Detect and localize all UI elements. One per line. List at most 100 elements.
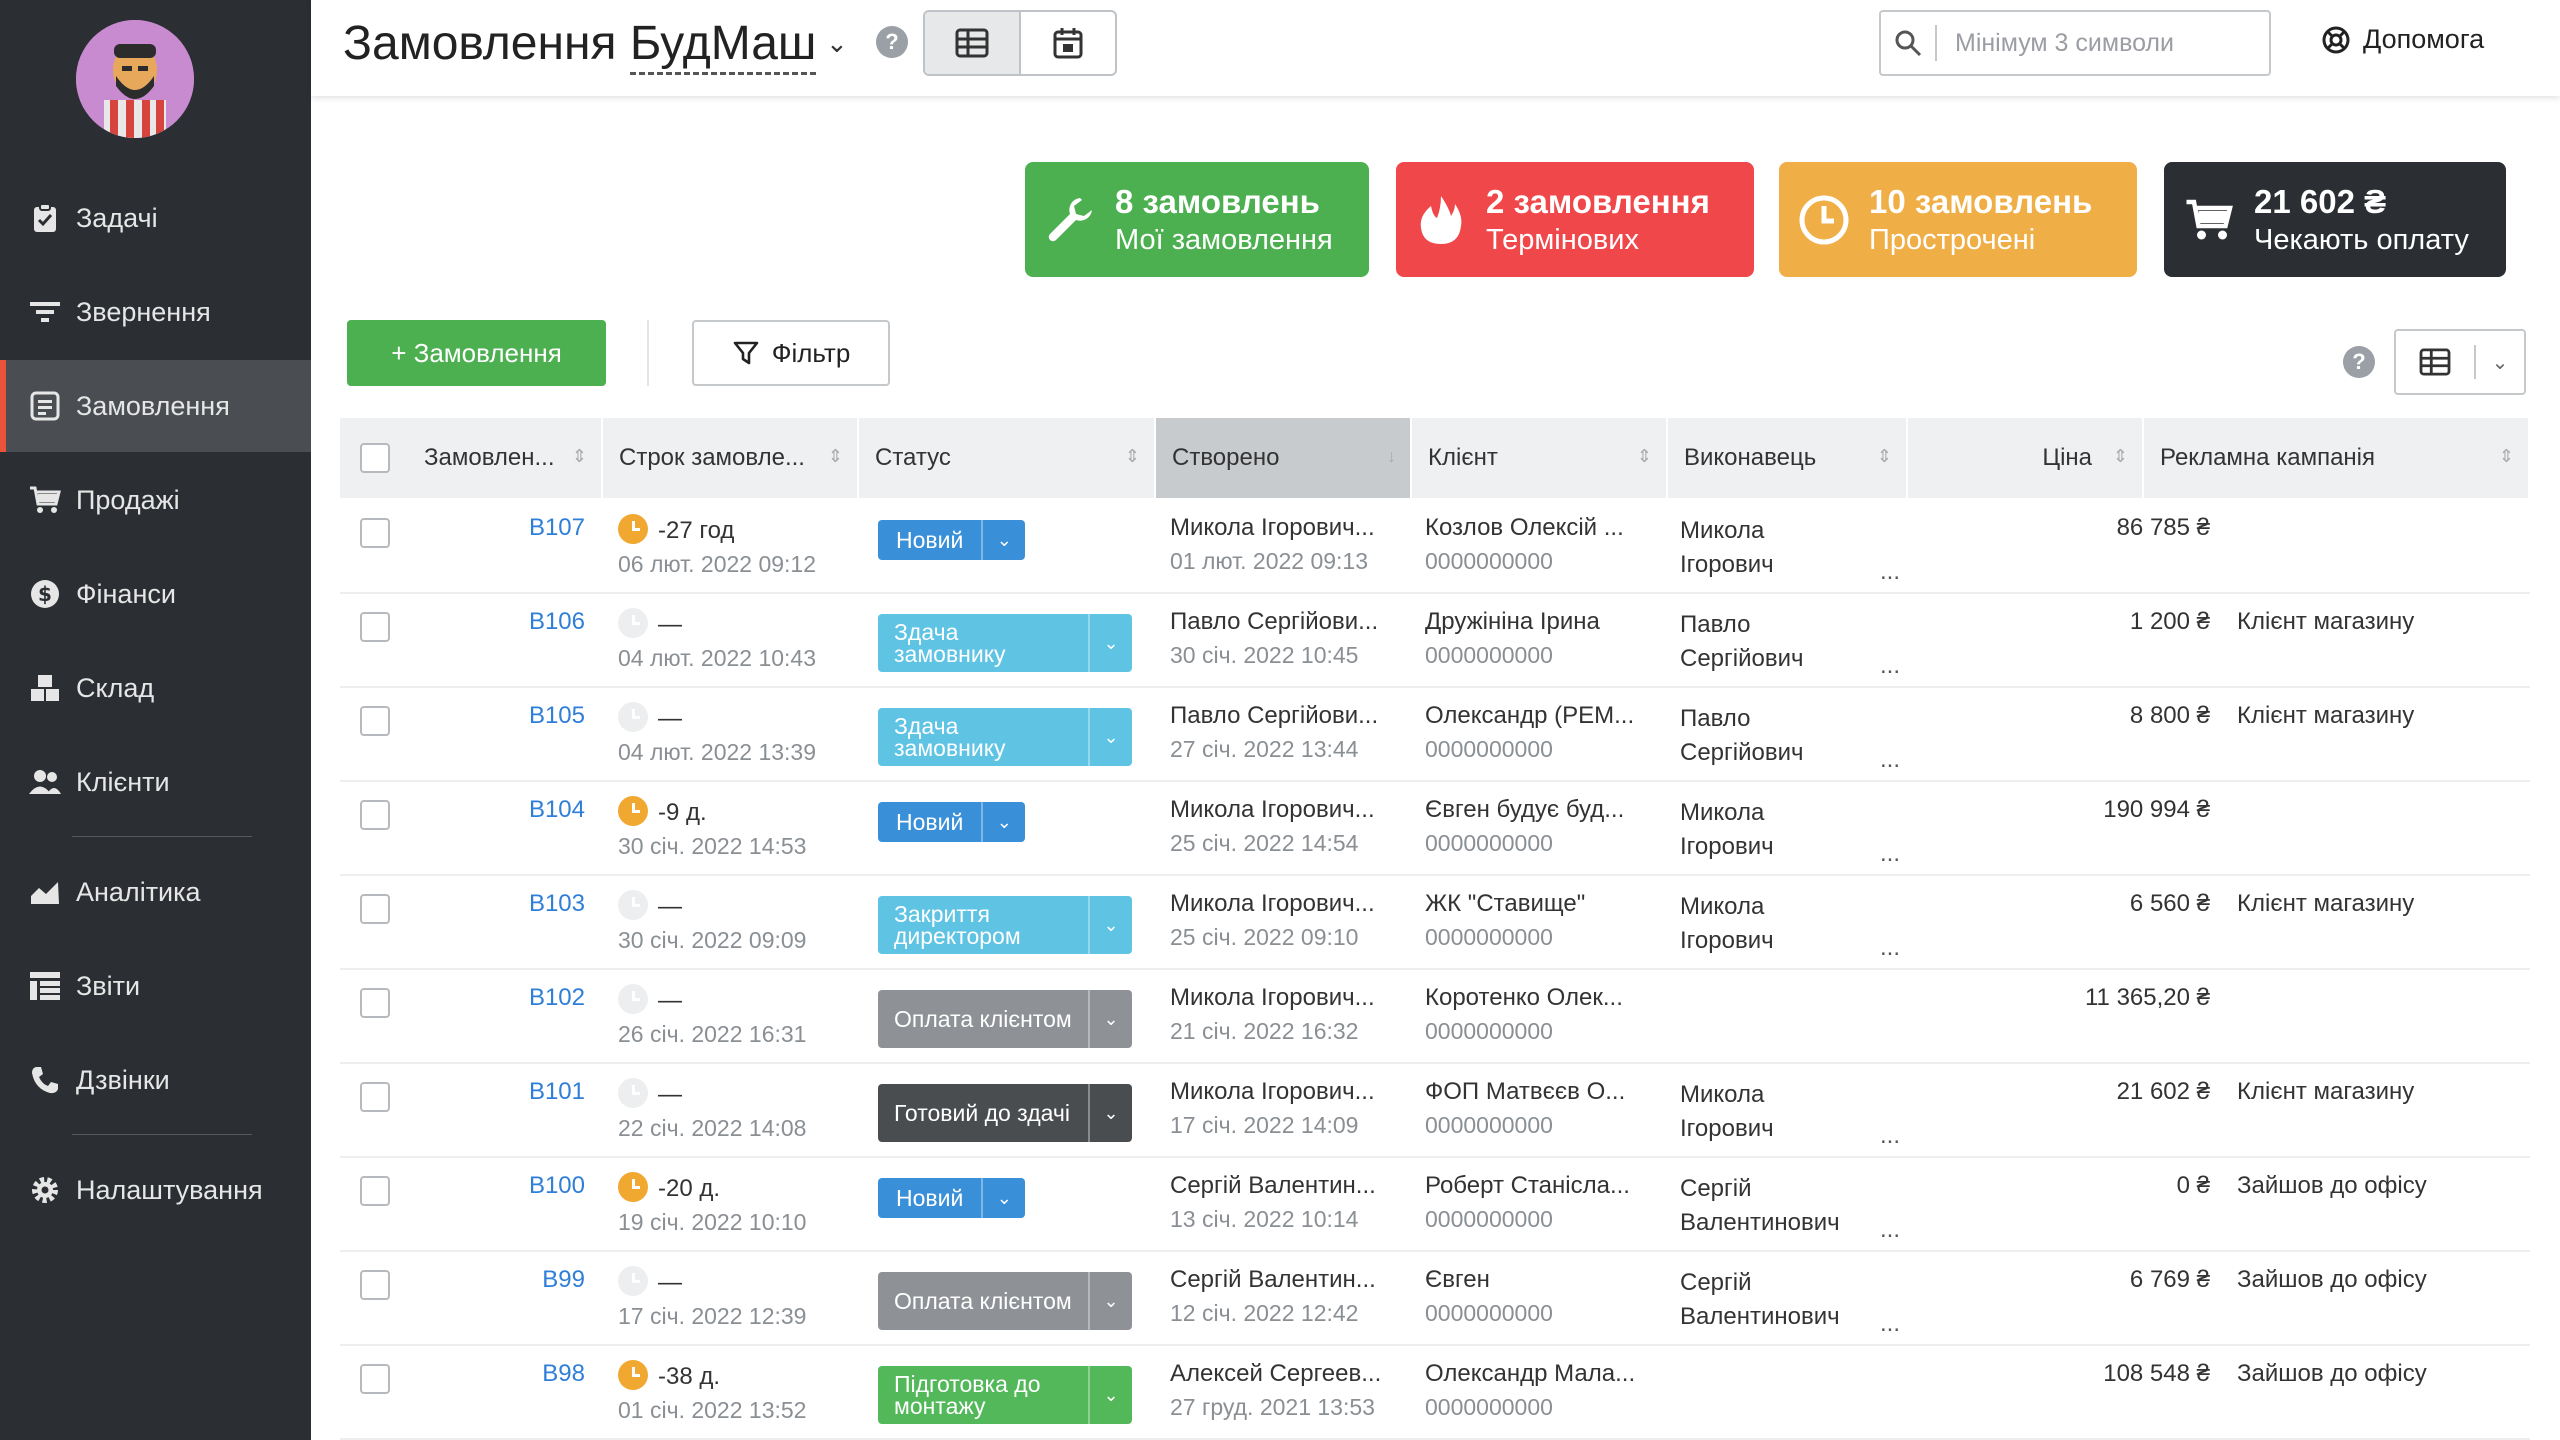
order-number-link[interactable]: B102 bbox=[400, 984, 585, 1012]
status-badge[interactable]: Новий ⌄ bbox=[878, 1178, 1026, 1218]
row-checkbox[interactable] bbox=[360, 988, 390, 1018]
table-row[interactable]: B107 -27 год 06 лют. 2022 09:12 Новий ⌄ Микол… bbox=[340, 500, 2530, 594]
chevron-down-icon[interactable]: ⌄ bbox=[826, 28, 848, 59]
status-label: Оплата клієнтом bbox=[894, 1288, 1072, 1314]
client-phone: 0000000000 bbox=[1425, 642, 1553, 668]
status-badge[interactable]: Підготовка до монтажу ⌄ bbox=[878, 1366, 1132, 1424]
help-button[interactable]: Допомога bbox=[2321, 24, 2484, 55]
sidebar-item-10[interactable]: Налаштування bbox=[0, 1144, 311, 1236]
sidebar-item-0[interactable]: Задачі bbox=[0, 172, 311, 264]
stat-card-2[interactable]: 10 замовлень Прострочені bbox=[1779, 162, 2137, 277]
order-number-link[interactable]: B107 bbox=[400, 514, 585, 542]
more-dots[interactable]: ... bbox=[1880, 1216, 1900, 1244]
client-name[interactable]: ЖК "Ставище" bbox=[1425, 890, 1665, 918]
row-checkbox[interactable] bbox=[360, 800, 390, 830]
table-help-icon[interactable]: ? bbox=[2343, 346, 2375, 378]
client-name[interactable]: Євген будує буд... bbox=[1425, 796, 1665, 824]
more-dots[interactable]: ... bbox=[1880, 1310, 1900, 1338]
client-name[interactable]: Олександр (РЕМ... bbox=[1425, 702, 1665, 730]
sidebar-item-1[interactable]: Звернення bbox=[0, 266, 311, 358]
order-number-link[interactable]: B98 bbox=[400, 1360, 585, 1388]
column-header-label: Ціна bbox=[2042, 444, 2092, 471]
order-number-link[interactable]: B104 bbox=[400, 796, 585, 824]
table-row[interactable]: B103 — 30 січ. 2022 09:09 Закриття директор… bbox=[340, 876, 2530, 970]
sidebar-item-4[interactable]: $ Фінанси bbox=[0, 548, 311, 640]
sidebar-item-2[interactable]: Замовлення bbox=[0, 360, 311, 452]
table-row[interactable]: B100 -20 д. 19 січ. 2022 10:10 Новий ⌄ Сергій… bbox=[340, 1158, 2530, 1252]
more-dots[interactable]: ... bbox=[1880, 746, 1900, 774]
client-name[interactable]: Дружініна Ірина bbox=[1425, 608, 1665, 636]
table-row[interactable]: B98 -38 д. 01 січ. 2022 13:52 Підготовка до… bbox=[340, 1346, 2530, 1440]
table-row[interactable]: B99 — 17 січ. 2022 12:39 Оплата клієнтом ⌄ Се… bbox=[340, 1252, 2530, 1346]
status-badge[interactable]: Закриття директором ⌄ bbox=[878, 896, 1132, 954]
company-dropdown[interactable]: БудМаш bbox=[629, 17, 817, 75]
add-order-button[interactable]: + Замовлення bbox=[347, 320, 606, 386]
more-dots[interactable]: ... bbox=[1880, 840, 1900, 868]
column-header-6[interactable]: Ціна ⇕ bbox=[1908, 418, 2144, 498]
row-checkbox[interactable] bbox=[360, 612, 390, 642]
row-checkbox[interactable] bbox=[360, 1364, 390, 1394]
more-dots[interactable]: ... bbox=[1880, 652, 1900, 680]
column-header-1[interactable]: Строк замовле... ⇕ bbox=[603, 418, 859, 498]
client-name[interactable]: ФОП Матвєєв О... bbox=[1425, 1078, 1665, 1106]
order-number-link[interactable]: B100 bbox=[400, 1172, 585, 1200]
select-all-checkbox[interactable] bbox=[360, 443, 390, 473]
more-dots[interactable]: ... bbox=[1880, 1122, 1900, 1150]
column-header-3[interactable]: Створено ↓ bbox=[1156, 418, 1412, 498]
row-checkbox[interactable] bbox=[360, 518, 390, 548]
client-name[interactable]: Козлов Олексій ... bbox=[1425, 514, 1665, 542]
sidebar-item-9[interactable]: Дзвінки bbox=[0, 1034, 311, 1126]
sidebar-item-6[interactable]: Клієнти bbox=[0, 736, 311, 828]
columns-settings-button[interactable]: ⌄ bbox=[2394, 329, 2526, 395]
client-name[interactable]: Коротенко Олек... bbox=[1425, 984, 1665, 1012]
sidebar-item-8[interactable]: Звіти bbox=[0, 940, 311, 1032]
stat-card-0[interactable]: 8 замовлень Мої замовлення bbox=[1025, 162, 1369, 277]
row-checkbox[interactable] bbox=[360, 1176, 390, 1206]
status-badge[interactable]: Оплата клієнтом ⌄ bbox=[878, 1272, 1132, 1330]
deadline-cell: -38 д. 01 січ. 2022 13:52 bbox=[618, 1360, 848, 1424]
stat-card-3[interactable]: 21 602 ₴ Чекають оплату bbox=[2164, 162, 2506, 277]
more-dots[interactable]: ... bbox=[1880, 934, 1900, 962]
calendar-view-button[interactable] bbox=[1021, 12, 1115, 74]
table-view-button[interactable] bbox=[925, 12, 1021, 74]
status-badge[interactable]: Новий ⌄ bbox=[878, 802, 1026, 842]
sidebar-item-3[interactable]: Продажі bbox=[0, 454, 311, 546]
sidebar-item-5[interactable]: Склад bbox=[0, 642, 311, 734]
search-input[interactable] bbox=[1937, 28, 2257, 58]
stat-card-1[interactable]: 2 замовлення Термінових bbox=[1396, 162, 1754, 277]
help-question-icon[interactable]: ? bbox=[876, 26, 908, 58]
order-number-link[interactable]: B101 bbox=[400, 1078, 585, 1106]
row-checkbox[interactable] bbox=[360, 706, 390, 736]
avatar[interactable] bbox=[76, 20, 194, 138]
column-header-4[interactable]: Клієнт ⇕ bbox=[1412, 418, 1668, 498]
client-name[interactable]: Євген bbox=[1425, 1266, 1665, 1294]
column-header-7[interactable]: Рекламна кампанія ⇕ bbox=[2144, 418, 2530, 498]
table-row[interactable]: B105 — 04 лют. 2022 13:39 Здача замовнику ⌄ П… bbox=[340, 688, 2530, 782]
status-badge[interactable]: Новий ⌄ bbox=[878, 520, 1026, 560]
status-badge[interactable]: Здача замовнику ⌄ bbox=[878, 708, 1132, 766]
column-header-2[interactable]: Статус ⇕ bbox=[859, 418, 1156, 498]
order-number-link[interactable]: B106 bbox=[400, 608, 585, 636]
order-number-link[interactable]: B99 bbox=[400, 1266, 585, 1294]
status-badge[interactable]: Оплата клієнтом ⌄ bbox=[878, 990, 1132, 1048]
order-number-link[interactable]: B105 bbox=[400, 702, 585, 730]
column-header-0[interactable]: Замовлен... ⇕ bbox=[408, 418, 603, 498]
filter-button[interactable]: Фільтр bbox=[692, 320, 890, 386]
created-cell: Микола Ігорович... 25 січ. 2022 09:10 bbox=[1170, 890, 1410, 951]
table-row[interactable]: B101 — 22 січ. 2022 14:08 Готовий до здачі ⌄… bbox=[340, 1064, 2530, 1158]
more-dots[interactable]: ... bbox=[1880, 558, 1900, 586]
client-name[interactable]: Роберт Станісла... bbox=[1425, 1172, 1665, 1200]
table-row[interactable]: B102 — 26 січ. 2022 16:31 Оплата клієнтом ⌄ М… bbox=[340, 970, 2530, 1064]
row-checkbox[interactable] bbox=[360, 1270, 390, 1300]
sidebar-item-7[interactable]: Аналітика bbox=[0, 846, 311, 938]
table-row[interactable]: B104 -9 д. 30 січ. 2022 14:53 Новий ⌄ Микола … bbox=[340, 782, 2530, 876]
table-row[interactable]: B106 — 04 лют. 2022 10:43 Здача замовнику ⌄ П… bbox=[340, 594, 2530, 688]
status-badge[interactable]: Готовий до здачі ⌄ bbox=[878, 1084, 1132, 1142]
status-badge[interactable]: Здача замовнику ⌄ bbox=[878, 614, 1132, 672]
client-name[interactable]: Олександр Мала... bbox=[1425, 1360, 1665, 1388]
created-cell: Сергій Валентин... 13 січ. 2022 10:14 bbox=[1170, 1172, 1410, 1233]
order-number-link[interactable]: B103 bbox=[400, 890, 585, 918]
row-checkbox[interactable] bbox=[360, 894, 390, 924]
row-checkbox[interactable] bbox=[360, 1082, 390, 1112]
column-header-5[interactable]: Виконавець ⇕ bbox=[1668, 418, 1908, 498]
